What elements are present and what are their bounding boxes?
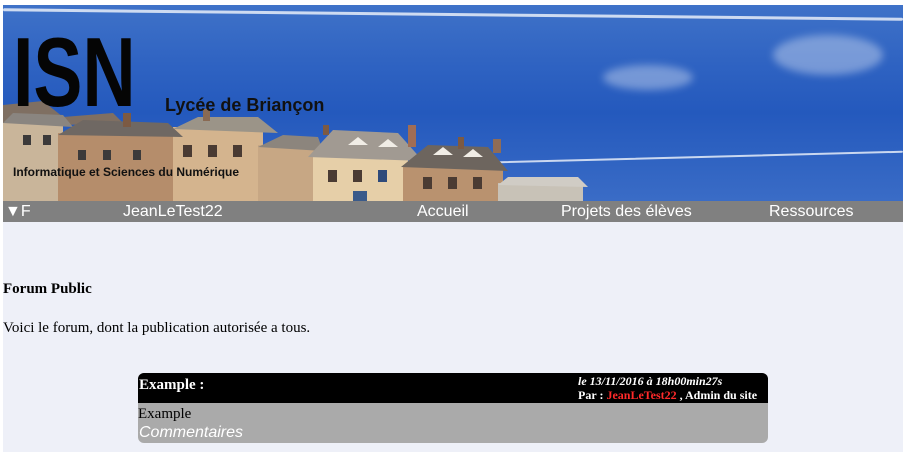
post-author-link[interactable]: JeanLeTest22 [606,388,676,402]
nav-item-projets[interactable]: Projets des élèves [561,201,692,222]
school-name: Lycée de Briançon [165,95,325,115]
post-header: Example : le 13/11/2016 à 18h00min27s Pa… [138,373,768,403]
post-date: le 13/11/2016 à 18h00min27s [578,374,723,388]
post-title[interactable]: Example : [139,377,204,394]
site-subtitle: Informatique et Sciences du Numérique [13,165,240,179]
site-logo[interactable]: ISN [13,23,136,121]
menu-toggle-button[interactable]: ▼F [5,201,31,222]
forum-title: Forum Public [3,281,92,297]
forum-post: Example : le 13/11/2016 à 18h00min27s Pa… [138,373,768,443]
header-banner: ISN Lycée de Briançon Informatique et Sc… [3,5,903,201]
post-comments-link[interactable]: Commentaires [139,424,243,442]
nav-item-ressources[interactable]: Ressources [769,201,853,222]
forum-description: Voici le forum, dont la publication auto… [3,320,311,336]
page: ISN Lycée de Briançon Informatique et Sc… [3,5,903,452]
main-navbar: ▼F JeanLeTest22 Accueil Projets des élèv… [3,201,903,222]
nav-item-accueil[interactable]: Accueil [417,201,469,222]
post-body: Example [138,406,192,422]
post-by-prefix: Par : [578,388,604,402]
post-author-role: , Admin du site [679,388,758,402]
nav-user-link[interactable]: JeanLeTest22 [123,201,223,222]
post-byline: Par : JeanLeTest22 , Admin du site [578,388,757,403]
